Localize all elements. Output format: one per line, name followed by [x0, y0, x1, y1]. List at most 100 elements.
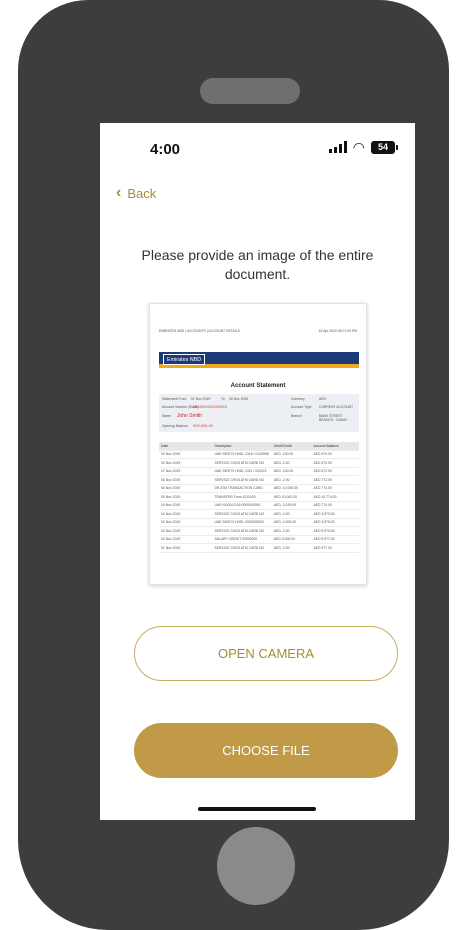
table-cell: 02 Nov 2019: [161, 520, 181, 525]
document-breadcrumb: EMIRATES NBD | ACCOUNTS | ACCOUNT DETAIL…: [159, 329, 240, 333]
table-cell: 01 Nov 2019: [161, 545, 181, 550]
table-cell: AED 5,977.00: [313, 537, 335, 542]
table-cell: 07 Nov 2019: [161, 469, 181, 474]
table-cell: 30 Nov 2019: [161, 460, 181, 465]
choose-file-label: CHOOSE FILE: [222, 743, 310, 758]
table-row: 02 Nov 2019 SERVICE CHGS ATM CARD NO AED -…: [159, 527, 359, 536]
info-currency-label: Currency: [291, 397, 305, 401]
table-cell: AED 10,774.00: [313, 494, 337, 499]
battery-icon: 54: [371, 140, 398, 154]
table-cell: AED -2,000.00: [273, 520, 297, 525]
table-cell: DR ATM TRANSACTION CARD: [214, 486, 263, 491]
info-type-label: Account Type: [291, 405, 312, 409]
table-cell: AED -2.00: [273, 511, 290, 516]
table-row: 30 Nov 2019 SERVICE CHGS ATM CARD NO AED -…: [159, 459, 359, 468]
document-header: EMIRATES NBD | ACCOUNTS | ACCOUNT DETAIL…: [159, 329, 357, 333]
back-button[interactable]: ‹ Back: [116, 185, 156, 201]
table-row: 30 Nov 2019 UAE SWITCH WDL 1316 / 0143958…: [159, 451, 359, 459]
phone-frame: 4:00 ◠ 54 ‹ Back Please provide an image…: [18, 0, 449, 930]
table-cell: AED -3,199.00: [273, 503, 297, 508]
table-cell: AED -2.00: [273, 528, 290, 533]
table-row: 04 Nov 2019 SERVICE CHGS ATM CARD NO AED -…: [159, 510, 359, 519]
table-cell: AED -100.00: [273, 452, 294, 457]
table-cell: AED -10,000.00: [273, 486, 298, 491]
info-branch-label: Branch: [291, 414, 302, 418]
app-screen: 4:00 ◠ 54 ‹ Back Please provide an image…: [100, 123, 415, 820]
info-type: CURRENT ACCOUNT: [319, 405, 354, 409]
table-cell: 02 Nov 2019: [161, 528, 181, 533]
info-account-number: XXXXXXXXXXXXXXX: [193, 405, 227, 409]
info-currency: AED: [319, 397, 326, 401]
table-cell: TRANSFER From 1011629: [214, 494, 256, 499]
open-camera-label: OPEN CAMERA: [217, 646, 315, 661]
table-cell: UAE SWITCH WDL 0000000000: [214, 520, 264, 525]
phone-speaker: [200, 78, 300, 104]
back-label: Back: [127, 185, 157, 201]
table-row: 06 Nov 2019 SERVICE CHGS ATM CARD NO AED -…: [159, 476, 359, 485]
wifi-icon: ◠: [352, 139, 365, 155]
bank-banner: Emirates NBD: [159, 352, 359, 368]
statement-info: Statement From 01 Nov 2019 To 30 Nov 201…: [159, 394, 359, 432]
table-cell: SERVICE CHGS ATM CARD NO: [214, 528, 265, 533]
table-cell: AED 3,975.00: [313, 520, 335, 525]
table-cell: AED 10,000.00: [273, 494, 297, 499]
status-time: 4:00: [150, 141, 181, 158]
table-row: 01 Nov 2019 SERVICE CHGS ATM CARD NO AED -…: [159, 544, 359, 553]
table-row: 02 Nov 2019 UAE SWITCH WDL 0000000000 AED …: [159, 519, 359, 527]
table-cell: 02 Nov 2019: [161, 537, 181, 542]
table-cell: 04 Nov 2019: [161, 511, 181, 516]
table-cell: AED 570.00: [313, 452, 332, 457]
table-cell: AED -2.00: [273, 545, 290, 550]
info-to: 30 Nov 2019: [229, 397, 249, 401]
table-cell: AED 977.00: [313, 545, 332, 550]
info-from-label: Statement From: [162, 397, 187, 401]
table-header: Description: [214, 443, 232, 448]
table-header: Account Balance: [313, 443, 339, 448]
home-button[interactable]: [217, 827, 295, 905]
transactions-table: Date Description Debit/Credit Account Ba…: [159, 442, 359, 553]
table-row: 06 Nov 2019 DR ATM TRANSACTION CARD AED -1…: [159, 485, 359, 493]
table-row: 05 Nov 2019 TRANSFER From 1011629 AED 10,0…: [159, 493, 359, 502]
table-row: 04 Nov 2019 UAE NOON S A0 0000000000 AED -…: [159, 502, 359, 510]
table-row: 02 Nov 2019 SALARY CREDIT 00000000 AED 5,0…: [159, 536, 359, 544]
open-camera-button[interactable]: OPEN CAMERA: [134, 626, 398, 681]
table-header-row: Date Description Debit/Credit Account Ba…: [159, 442, 359, 451]
info-opening-label: Opening Balance: [162, 424, 189, 428]
sample-document-image: EMIRATES NBD | ACCOUNTS | ACCOUNT DETAIL…: [149, 303, 367, 585]
table-cell: SERVICE CHGS ATM CARD NO: [214, 511, 265, 516]
table-cell: AED 5,000.00: [273, 537, 295, 542]
info-to-label: To: [221, 397, 225, 401]
table-cell: 06 Nov 2019: [161, 486, 181, 491]
table-cell: AED 774.00: [313, 503, 332, 508]
table-cell: UAE SWITCH WDL 1311 / 004374: [214, 469, 267, 474]
table-cell: UAE SWITCH WDL 1316 / 0143958: [214, 452, 269, 457]
table-cell: SERVICE CHGS ATM CARD NO: [214, 477, 265, 482]
statement-title: Account Statement: [230, 383, 286, 389]
info-opening-balance: XXX,XXX.XX: [193, 424, 213, 428]
table-cell: AED 772.00: [313, 477, 332, 482]
info-name-label: Name: [162, 414, 172, 418]
info-from: 01 Nov 2019: [191, 397, 211, 401]
table-row: 07 Nov 2019 UAE SWITCH WDL 1311 / 004374 A…: [159, 468, 359, 476]
info-name: John Smith: [177, 413, 203, 419]
home-indicator: [198, 807, 316, 811]
table-cell: 06 Nov 2019: [161, 477, 181, 482]
table-cell: UAE NOON S A0 0000000000: [214, 503, 261, 508]
status-icons: ◠ 54: [328, 139, 398, 155]
chevron-left-icon: ‹: [116, 184, 122, 201]
table-cell: 05 Nov 2019: [161, 494, 181, 499]
battery-level: 54: [377, 142, 388, 152]
document-timestamp: 15 Apr 2020 04:07:03 PM: [318, 329, 357, 333]
table-cell: AED -2.00: [273, 460, 290, 465]
choose-file-button[interactable]: CHOOSE FILE: [134, 723, 398, 778]
table-header: Date: [161, 443, 169, 448]
table-cell: AED 672.00: [313, 469, 332, 474]
table-cell: SERVICE CHGS ATM CARD NO: [214, 545, 265, 550]
table-cell: AED 5,975.00: [313, 528, 335, 533]
table-cell: SERVICE CHGS ATM CARD NO: [214, 460, 265, 465]
bank-logo: Emirates NBD: [163, 354, 206, 365]
table-cell: AED -100.00: [273, 469, 294, 474]
info-branch: BANK STREET BRANCH - DUBAI: [319, 414, 347, 422]
table-cell: AED 3,973.00: [313, 511, 335, 516]
signal-icon: [328, 141, 347, 153]
